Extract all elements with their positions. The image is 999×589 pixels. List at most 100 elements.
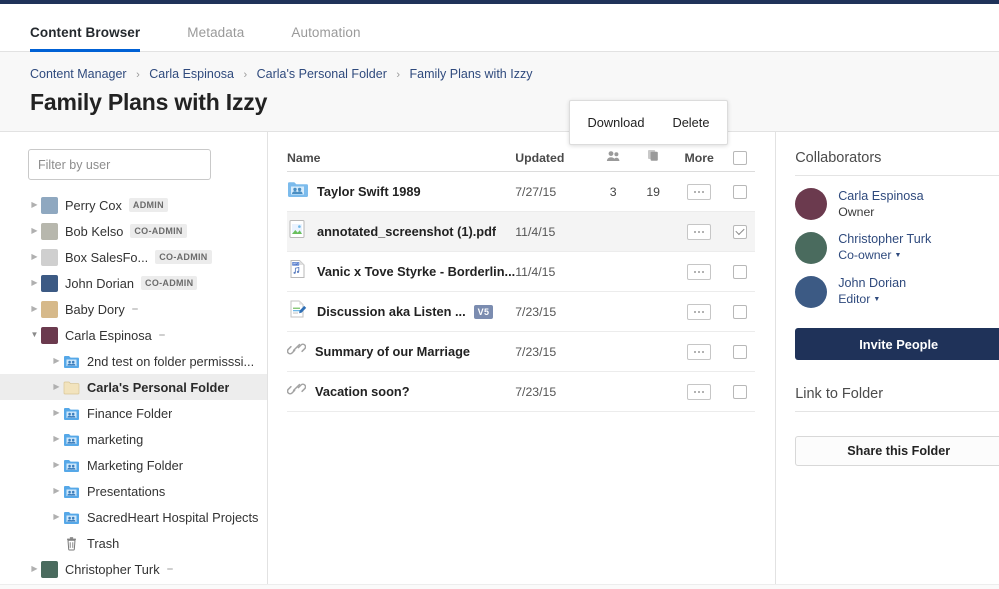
row-checkbox[interactable] [733,185,747,199]
chevron-right-icon[interactable]: ▶ [28,565,41,573]
main-tab-bar: Content Browser Metadata Automation [0,4,999,52]
sidebar-folder-2nd-test[interactable]: ▶ 2nd test on folder permisssi... [0,348,267,374]
table-row[interactable]: Vacation soon? 7/23/15 [287,372,755,412]
breadcrumb-separator: › [396,69,400,81]
sidebar-folder-trash[interactable]: ▶ Trash [0,530,267,556]
chevron-right-icon[interactable]: ▶ [50,357,63,365]
row-more-button[interactable] [687,184,711,200]
row-checkbox[interactable] [733,305,747,319]
row-more-button[interactable] [687,264,711,280]
chevron-down-icon: ▼ [895,252,902,259]
chevron-down-icon[interactable]: ▼ [28,331,41,339]
file-name-cell[interactable]: MP3 Vanic x Tove Styrke - Borderlin... [287,259,515,284]
tree-item-label: Carla's Personal Folder [87,380,229,395]
row-checkbox[interactable] [733,385,747,399]
file-name-cell[interactable]: Discussion aka Listen ... V5 [287,299,515,324]
column-header-select-all[interactable] [725,151,755,165]
sidebar-folder-sacredheart-hospital-projects[interactable]: ▶ SacredHeart Hospital Projects [0,504,267,530]
table-row[interactable]: MP3 Vanic x Tove Styrke - Borderlin... 1… [287,252,755,292]
file-select-cell [725,185,755,199]
chevron-right-icon[interactable]: ▶ [28,253,41,261]
shared-folder-icon [287,180,308,203]
row-checkbox[interactable] [733,265,747,279]
file-more-cell [673,224,725,240]
collaborator-name[interactable]: John Dorian [838,275,906,291]
sidebar-folder-carlas-personal-folder[interactable]: ▶ Carla's Personal Folder [0,374,267,400]
sidebar-folder-marketing[interactable]: ▶ marketing [0,426,267,452]
breadcrumb-item-1[interactable]: Carla Espinosa [149,67,234,81]
chevron-right-icon[interactable]: ▶ [50,513,63,521]
chevron-right-icon[interactable]: ▶ [28,227,41,235]
chevron-right-icon[interactable]: ▶ [50,435,63,443]
tree-item-label: Carla Espinosa [65,328,152,343]
sidebar-item-bob-kelso[interactable]: ▶ Bob Kelso CO-ADMIN [0,218,267,244]
tab-content-browser[interactable]: Content Browser [30,25,140,51]
chevron-right-icon[interactable]: ▶ [28,201,41,209]
column-header-collaborators[interactable] [593,150,633,165]
share-this-folder-button[interactable]: Share this Folder [795,436,999,466]
file-updated-cell: 7/23/15 [515,305,593,319]
chevron-right-icon[interactable]: ▶ [50,461,63,469]
chevron-right-icon[interactable]: ▶ [50,487,63,495]
row-checkbox[interactable] [733,345,747,359]
column-header-copies[interactable] [633,149,673,165]
sidebar-item-john-dorian[interactable]: ▶ John Dorian CO-ADMIN [0,270,267,296]
tab-metadata[interactable]: Metadata [187,25,244,51]
tree-item-label: Christopher Turk [65,562,160,577]
column-header-updated[interactable]: Updated [515,151,593,165]
file-name-label: Taylor Swift 1989 [317,184,421,199]
sidebar-item-carla-espinosa[interactable]: ▼ Carla Espinosa [0,322,267,348]
file-select-cell [725,225,755,239]
sidebar-item-elliot-reid[interactable]: ▶ Elliot Reid [0,582,267,584]
tab-automation[interactable]: Automation [291,25,360,51]
file-more-cell [673,384,725,400]
sidebar-folder-finance-folder[interactable]: ▶ Finance Folder [0,400,267,426]
chevron-right-icon[interactable]: ▶ [28,279,41,287]
chevron-right-icon[interactable]: ▶ [50,383,63,391]
link-icon [287,341,306,362]
select-all-checkbox[interactable] [733,151,747,165]
sidebar-item-perry-cox[interactable]: ▶ Perry Cox ADMIN [0,192,267,218]
collaborator-name[interactable]: Christopher Turk [838,231,931,247]
delete-button[interactable]: Delete [672,115,709,130]
table-row[interactable]: Summary of our Marriage 7/23/15 [287,332,755,372]
file-name-cell[interactable]: Vacation soon? [287,381,515,402]
filter-by-user-input[interactable] [28,149,211,180]
row-checkbox[interactable] [733,225,747,239]
file-select-cell [725,265,755,279]
file-updated-cell: 11/4/15 [515,225,593,239]
tree-item-label: John Dorian [65,276,134,291]
collaborator-role-dropdown[interactable]: Editor▼ [838,291,906,308]
collaborator-name[interactable]: Carla Espinosa [838,188,923,204]
breadcrumb-item-2[interactable]: Carla's Personal Folder [257,67,387,81]
file-name-cell[interactable]: Summary of our Marriage [287,341,515,362]
file-name-cell[interactable]: annotated_screenshot (1).pdf [287,219,515,244]
sidebar-item-box-salesforce[interactable]: ▶ Box SalesFo... CO-ADMIN [0,244,267,270]
sidebar-folder-marketing-folder[interactable]: ▶ Marketing Folder [0,452,267,478]
chevron-right-icon[interactable]: ▶ [28,305,41,313]
breadcrumb-separator: › [136,69,140,81]
download-button[interactable]: Download [588,115,645,130]
file-select-cell [725,385,755,399]
chevron-right-icon[interactable]: ▶ [50,409,63,417]
chevron-down-icon: ▼ [873,296,880,303]
table-row[interactable]: Taylor Swift 1989 7/27/15 3 19 [287,172,755,212]
table-row[interactable]: Discussion aka Listen ... V5 7/23/15 [287,292,755,332]
sidebar-item-christopher-turk[interactable]: ▶ Christopher Turk [0,556,267,582]
breadcrumb-item-0[interactable]: Content Manager [30,67,127,81]
row-more-button[interactable] [687,224,711,240]
collaborator-role-dropdown[interactable]: Co-owner▼ [838,247,931,264]
column-header-name[interactable]: Name [287,151,515,165]
row-more-button[interactable] [687,304,711,320]
bulk-actions-popup: Download Delete [569,100,728,145]
table-row[interactable]: annotated_screenshot (1).pdf 11/4/15 [287,212,755,252]
row-more-button[interactable] [687,384,711,400]
invite-people-button[interactable]: Invite People [795,328,999,360]
sidebar-item-baby-dory[interactable]: ▶ Baby Dory [0,296,267,322]
version-badge: V5 [474,305,494,319]
row-more-button[interactable] [687,344,711,360]
sidebar-folder-presentations[interactable]: ▶ Presentations [0,478,267,504]
file-name-cell[interactable]: Taylor Swift 1989 [287,180,515,203]
file-name-label: annotated_screenshot (1).pdf [317,224,496,239]
mp3-file-icon: MP3 [287,259,308,284]
